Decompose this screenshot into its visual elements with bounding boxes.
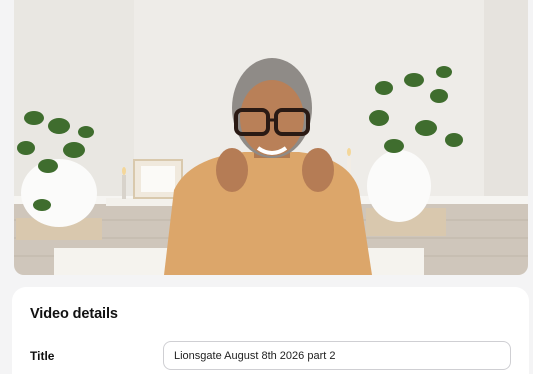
video-details-heading: Video details (30, 306, 118, 322)
video-preview[interactable] (14, 0, 528, 275)
title-label: Title (30, 349, 55, 363)
video-frame-image (14, 0, 528, 275)
video-details-card: Video details Title (12, 287, 529, 374)
title-input[interactable] (163, 341, 511, 370)
